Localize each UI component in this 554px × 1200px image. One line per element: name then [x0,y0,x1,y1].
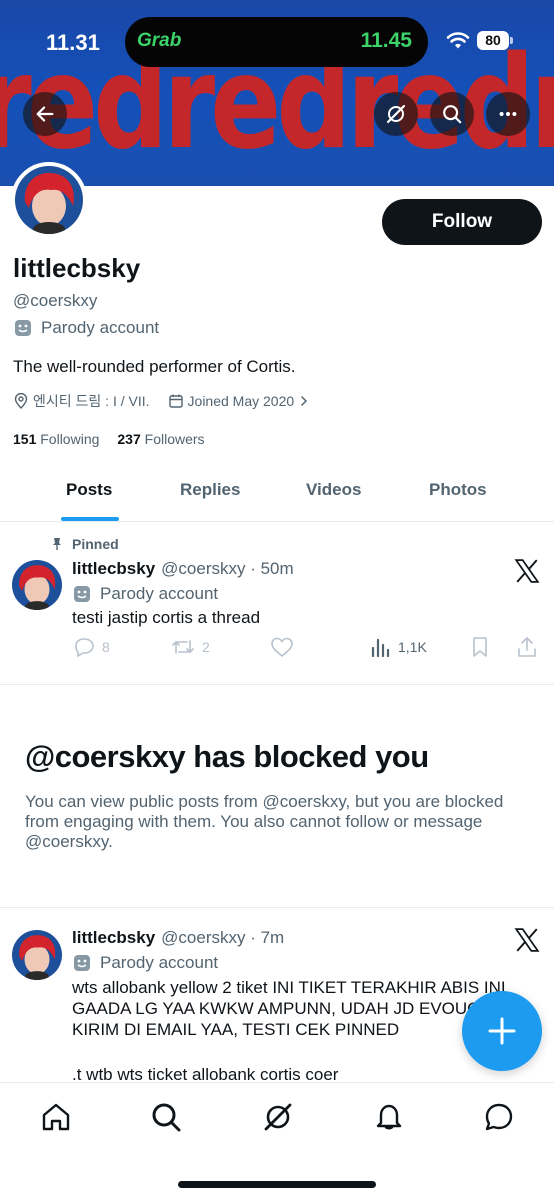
dynamic-island[interactable]: Grab 11.45 [125,17,428,67]
wifi-icon [446,32,470,49]
parody-label-text: Parody account [41,318,160,337]
battery-tip [510,37,513,44]
home-indicator [178,1181,376,1188]
location-text: 엔시티 드림 : I / VII. [33,393,150,409]
pin-icon [53,538,61,550]
location-item: 엔시티 드림 : I / VII. [13,391,150,411]
search-icon [443,105,462,124]
heart-icon [271,637,293,658]
post-author-name[interactable]: littlecbsky [72,559,155,579]
battery-indicator: 80 [477,31,509,50]
post-author-handle: @coerskxy · 7m [161,928,285,947]
island-app-label: Grab [137,30,182,51]
grok-icon [386,104,406,124]
chevron-right-icon [301,396,308,406]
reply-icon [75,638,94,658]
pinned-indicator: Pinned [50,536,119,552]
reply-action[interactable]: 8 [72,636,110,658]
island-timer: 11.45 [360,29,412,52]
search-button[interactable] [430,92,474,136]
active-tab-indicator [61,517,119,521]
profile-handle: @coerskxy [13,291,98,310]
post-author-name[interactable]: littlecbsky [72,928,155,948]
post-actions: 8 2 1,1K [72,636,542,664]
post-parody-label: Parody account [72,584,218,604]
joined-text: Joined May 2020 [187,393,295,409]
post-header: littlecbsky @coerskxy · 7m [72,928,284,948]
back-arrow-icon [36,106,54,122]
share-action[interactable] [516,636,538,658]
post-text: wts allobank yellow 2 tiket INI TIKET TE… [72,978,506,1039]
theater-mask-icon [74,586,90,602]
search-icon[interactable] [150,1101,182,1133]
views-chart-icon [371,638,390,658]
bookmark-icon [473,637,487,657]
post-author-handle: @coerskxy · 50m [161,559,294,578]
reply-count: 8 [102,639,110,655]
pinned-label: Pinned [72,536,119,552]
grok-button[interactable] [374,92,418,136]
bookmark-action[interactable] [470,636,490,658]
blocked-message: You can view public posts from @coerskxy… [25,792,504,851]
profile-avatar[interactable] [11,162,87,238]
post-parody-label: Parody account [72,953,218,973]
theater-mask-icon [74,955,90,971]
x-logo-icon [514,559,540,583]
post-avatar[interactable] [12,930,62,980]
more-options-button[interactable] [486,92,530,136]
post-divider [0,684,554,685]
x-logo-icon [514,928,540,952]
parody-account-label[interactable]: Parody account [13,318,159,338]
repost-count: 2 [202,639,210,655]
like-action[interactable] [270,636,294,658]
profile-tabs: Posts Replies Videos Photos [0,462,554,522]
messages-icon[interactable] [483,1101,515,1133]
avatar-image [15,166,83,234]
home-icon[interactable] [40,1101,72,1133]
post-header: littlecbsky @coerskxy · 50m [72,559,294,579]
notifications-bell-icon[interactable] [373,1101,405,1133]
avatar-image [12,930,62,980]
followers-stat[interactable]: 237 Followers [117,431,204,447]
follow-button[interactable]: Follow [382,199,542,245]
views-action[interactable]: 1,1K [370,636,427,658]
following-stat[interactable]: 151 Following [13,431,99,447]
location-pin-icon [14,393,28,409]
profile-meta: 엔시티 드림 : I / VII. Joined May 2020 [13,391,328,411]
more-dots-icon [499,111,517,117]
post-text: testi jastip cortis a thread [72,608,261,627]
repost-action[interactable]: 2 [170,636,210,658]
grok-icon[interactable] [262,1101,294,1133]
tab-videos[interactable]: Videos [306,480,361,500]
share-icon [518,637,536,657]
blocked-title: @coerskxy has blocked you [25,739,429,774]
tab-posts[interactable]: Posts [66,480,112,500]
back-button[interactable] [23,92,67,136]
status-time: 11.31 [46,30,100,55]
avatar-image [12,560,62,610]
post-divider [0,907,554,908]
post-avatar[interactable] [12,560,62,610]
tab-replies[interactable]: Replies [180,480,240,500]
repost-icon [172,640,194,654]
views-count: 1,1K [398,639,427,655]
tab-photos[interactable]: Photos [429,480,487,500]
theater-mask-icon [15,320,31,336]
joined-item[interactable]: Joined May 2020 [168,393,311,409]
plus-icon [488,1017,516,1045]
profile-bio: The well-rounded performer of Cortis. [13,357,296,376]
calendar-icon [168,394,183,408]
profile-display-name: littlecbsky [13,253,141,283]
follow-stats: 151 Following 237 Followers [13,431,205,447]
compose-post-button[interactable] [462,991,542,1071]
